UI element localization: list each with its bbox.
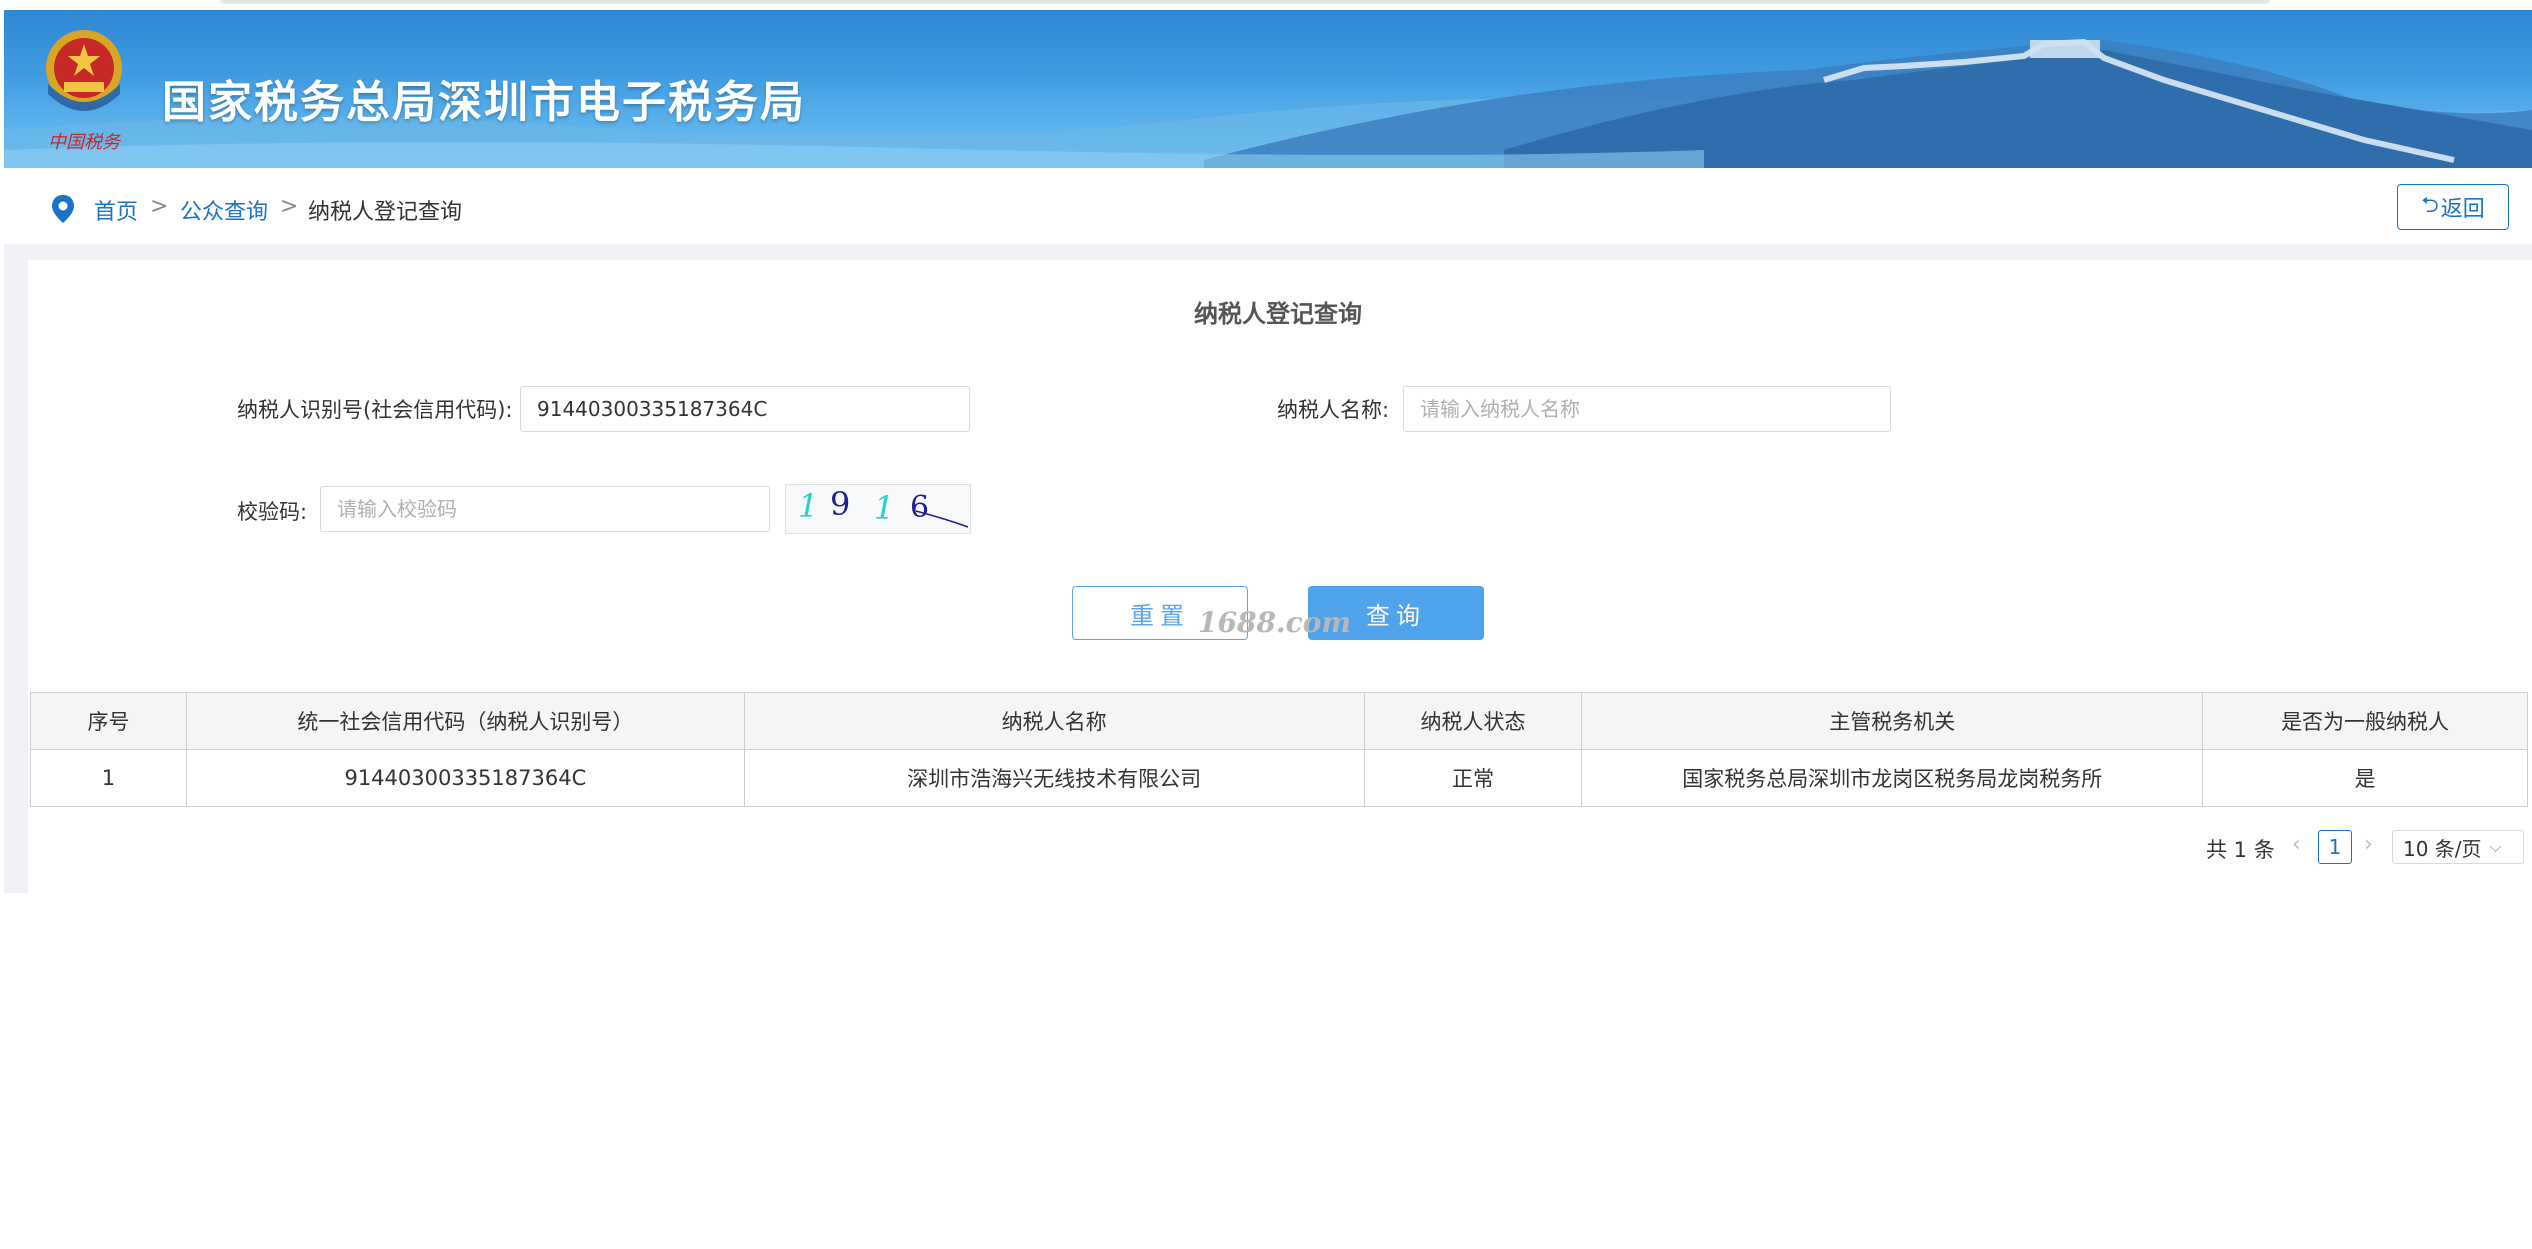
table-header-row: 序号 统一社会信用代码（纳税人识别号） 纳税人名称 纳税人状态 主管税务机关 是… xyxy=(30,692,2528,750)
captcha-label: 校验码: xyxy=(237,500,308,524)
header-banner: 中国税务 国家税务总局深圳市电子税务局 xyxy=(4,10,2532,168)
table-row: 1 91440300335187364C 深圳市浩海兴无线技术有限公司 正常 国… xyxy=(30,749,2528,807)
taxpayer-id-label: 纳税人识别号(社会信用代码): xyxy=(237,398,513,422)
captcha-input[interactable]: 请输入校验码 xyxy=(320,486,770,532)
back-button-label: 返回 xyxy=(2440,197,2485,222)
pagination-next-icon[interactable]: › xyxy=(2364,832,2373,857)
breadcrumb-home-link[interactable]: 首页 xyxy=(94,194,138,226)
svg-text:6: 6 xyxy=(910,490,929,525)
form-title: 纳税人登记查询 xyxy=(1194,300,1362,328)
page: 中国税务 国家税务总局深圳市电子税务局 首页 > 公众查询 > 纳税人登记查询 … xyxy=(0,0,2532,1249)
cell-tax-authority: 国家税务总局深圳市龙岗区税务局龙岗税务所 xyxy=(1581,749,2204,807)
back-button[interactable]: ⮌ 返回 xyxy=(2397,184,2509,230)
captcha-image[interactable]: 1 9 1 6 xyxy=(785,484,971,534)
cell-status: 正常 xyxy=(1363,749,1583,807)
cell-general-taxpayer: 是 xyxy=(2202,749,2528,807)
cell-credit-code: 91440300335187364C xyxy=(185,749,745,807)
pagination-page-1[interactable]: 1 xyxy=(2318,830,2352,864)
query-panel: 纳税人登记查询 纳税人识别号(社会信用代码): 9144030033518736… xyxy=(28,260,2532,893)
page-size-value: 10 条/页 xyxy=(2403,836,2482,861)
empty-content-area xyxy=(4,893,2532,1249)
page-size-select[interactable]: 10 条/页 ⌵ xyxy=(2392,830,2524,864)
browser-top-rule xyxy=(220,0,2270,4)
svg-text:1: 1 xyxy=(874,489,894,527)
breadcrumb-bar: 首页 > 公众查询 > 纳税人登记查询 ⮌ 返回 xyxy=(4,168,2532,244)
site-title: 国家税务总局深圳市电子税务局 xyxy=(162,77,806,128)
undo-icon: ⮌ xyxy=(2421,193,2439,218)
svg-text:9: 9 xyxy=(830,485,850,523)
captcha-glyphs: 1 9 1 6 xyxy=(798,485,969,528)
breadcrumb-separator: > xyxy=(150,194,169,219)
column-header: 序号 xyxy=(30,692,187,750)
pagination-total: 共 1 条 xyxy=(2206,838,2275,862)
cell-taxpayer-name: 深圳市浩海兴无线技术有限公司 xyxy=(743,749,1365,807)
column-header: 纳税人名称 xyxy=(743,692,1365,750)
panel-gutter xyxy=(4,260,28,893)
breadcrumb-public-query-link[interactable]: 公众查询 xyxy=(180,194,268,226)
column-header: 纳税人状态 xyxy=(1363,692,1583,750)
chevron-down-icon: ⌵ xyxy=(2489,837,2502,856)
cell-index: 1 xyxy=(30,749,187,807)
svg-text:中国税务: 中国税务 xyxy=(48,132,122,153)
column-header: 统一社会信用代码（纳税人识别号） xyxy=(185,692,745,750)
column-header: 是否为一般纳税人 xyxy=(2202,692,2528,750)
results-table: 序号 统一社会信用代码（纳税人识别号） 纳税人名称 纳税人状态 主管税务机关 是… xyxy=(30,692,2528,807)
section-divider xyxy=(4,244,2532,260)
breadcrumb-current: 纳税人登记查询 xyxy=(308,200,463,225)
taxpayer-id-input[interactable]: 91440300335187364C xyxy=(520,386,970,432)
breadcrumb-separator: > xyxy=(280,194,299,219)
taxpayer-name-input[interactable]: 请输入纳税人名称 xyxy=(1403,386,1891,432)
svg-text:1: 1 xyxy=(798,487,818,525)
pagination-prev-icon[interactable]: ‹ xyxy=(2292,832,2301,857)
watermark: 1688.com xyxy=(1198,606,1352,639)
location-pin-icon xyxy=(52,195,74,223)
column-header: 主管税务机关 xyxy=(1581,692,2204,750)
tax-emblem-logo: 中国税务 xyxy=(46,30,122,153)
taxpayer-name-label: 纳税人名称: xyxy=(1277,398,1390,422)
